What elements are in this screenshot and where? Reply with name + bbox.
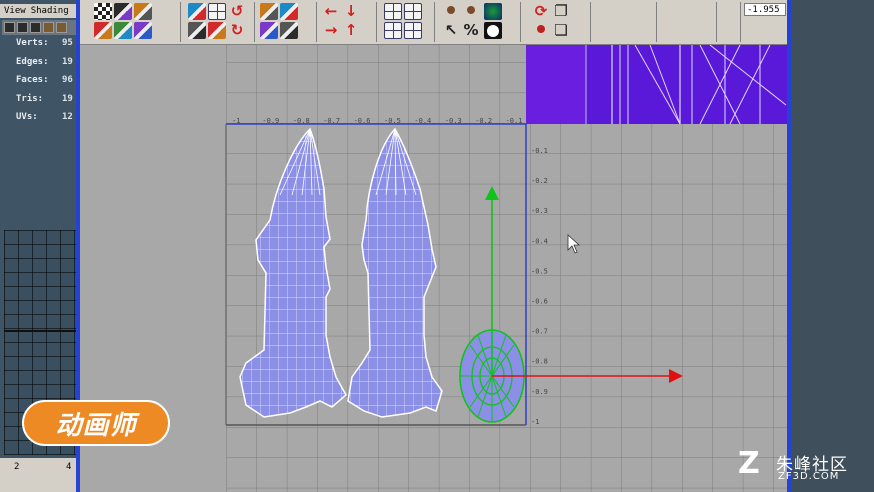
stat-uvs: UVs: 12: [16, 112, 73, 122]
ruler-label-v: -0.2: [531, 177, 548, 185]
arrow-up-icon[interactable]: ↑: [342, 22, 360, 39]
split-icon[interactable]: [188, 3, 206, 20]
sew-icon[interactable]: [114, 22, 132, 39]
cursor-icon[interactable]: ↖: [442, 22, 460, 39]
poly-count-hud: Verts: 95 Edges: 19 Faces: 96 Tris: 19 UVs: 1…: [16, 38, 73, 131]
ruler-label-v: -0.8: [531, 358, 548, 366]
arrow-down-icon[interactable]: ↓: [342, 3, 360, 20]
user-icon[interactable]: [442, 3, 460, 20]
move-uv-icon[interactable]: [94, 22, 112, 39]
sculpt-tool-icon[interactable]: [56, 22, 67, 33]
user-alt-icon[interactable]: [462, 3, 480, 20]
toolbar-separator: [590, 2, 591, 42]
user-red-icon[interactable]: [532, 22, 550, 39]
right-side-panel: [791, 0, 874, 492]
stat-edges: Edges: 19: [16, 56, 73, 67]
ruler-label-u: -0.1: [506, 117, 523, 125]
unfold-icon[interactable]: [188, 22, 206, 39]
select-tool-icon[interactable]: [4, 22, 15, 33]
snapshot-icon[interactable]: [280, 3, 298, 20]
ruler-label-v: -0.6: [531, 298, 548, 306]
ruler-label-u: -0.6: [354, 117, 371, 125]
cube-icon[interactable]: [114, 3, 132, 20]
toolbar-separator: [434, 2, 435, 42]
toolbar-separator: [254, 2, 255, 42]
frame-selected-icon[interactable]: [384, 22, 402, 39]
ruler-label-u: -0.3: [445, 117, 462, 125]
ruler-label-v: -0.9: [531, 388, 548, 396]
toolbar-separator: [180, 2, 181, 42]
ruler-label-u: -0.9: [262, 117, 279, 125]
time-slider[interactable]: 2 4: [0, 458, 78, 492]
checker-icon[interactable]: [94, 3, 112, 20]
white-circle-icon[interactable]: [484, 22, 502, 39]
brush-tool-icon[interactable]: [43, 22, 54, 33]
site-logo-english: ZF3D.COM: [778, 471, 840, 482]
toolbar-separator: [716, 2, 717, 42]
toolbar-separator: [740, 2, 741, 42]
ruler-label-v: -0.7: [531, 328, 548, 336]
arrow-left-icon[interactable]: ←: [322, 3, 340, 20]
uv-coordinate-field[interactable]: -1.955: [744, 3, 786, 16]
flip-icon[interactable]: [208, 22, 226, 39]
frame-all-icon[interactable]: [384, 3, 402, 20]
layout-icon[interactable]: [134, 22, 152, 39]
timeline-tick-4: 4: [66, 462, 72, 472]
ruler-label-v: -0.4: [531, 237, 548, 245]
toolbar-separator: [316, 2, 317, 42]
site-logo-mark: Z: [738, 446, 760, 481]
stat-verts: Verts: 95: [16, 38, 73, 48]
rotate-cw-icon[interactable]: ↻: [228, 22, 246, 39]
ruler-label-u: -0.4: [414, 117, 431, 125]
toolbar-separator: [520, 2, 521, 42]
menu-view[interactable]: View: [4, 6, 26, 16]
copy-icon[interactable]: ❐: [552, 3, 570, 20]
ruler-label-u: -1: [232, 117, 240, 125]
stat-tris: Tris: 19: [16, 93, 73, 104]
pin-icon[interactable]: [280, 22, 298, 39]
timeline-tick-2: 2: [14, 462, 20, 472]
ruler-label-u: -0.7: [323, 117, 340, 125]
ruler-label-u: -0.8: [293, 117, 310, 125]
grid-icon[interactable]: [404, 3, 422, 20]
shaded-uv-icon[interactable]: [484, 3, 502, 20]
uv-editor-toolbar: ↺ ↻ ← → ↓ ↑ ↖% ⟳ ❐ ❏ -1.955: [80, 0, 787, 45]
ruler-label-u: -0.5: [384, 117, 401, 125]
paint-tool-icon[interactable]: [30, 22, 41, 33]
texture-image-preview: [526, 45, 787, 125]
site-logo: Z 朱峰社区 ZF3D.COM: [738, 446, 868, 488]
ruler-label-v: -0.1: [531, 147, 548, 155]
uv-texture-editor-canvas[interactable]: -1 -0.9 -0.8 -0.7 -0.6 -0.5 -0.4 -0.3 -0.2 -0.1 -…: [80, 45, 787, 492]
cut-icon[interactable]: [134, 3, 152, 20]
percent-icon[interactable]: %: [462, 22, 480, 39]
refresh-icon[interactable]: ⟳: [532, 3, 550, 20]
toolbar-separator: [656, 2, 657, 42]
pixel-snap-icon[interactable]: [404, 22, 422, 39]
menu-shading[interactable]: Shading: [31, 6, 69, 16]
rotate-ccw-icon[interactable]: ↺: [228, 3, 246, 20]
uv-canvas-svg[interactable]: -1 -0.9 -0.8 -0.7 -0.6 -0.5 -0.4 -0.3 -0.2 -0.1 -…: [80, 45, 787, 492]
paste-icon[interactable]: ❏: [552, 22, 570, 39]
arrow-right-icon[interactable]: →: [322, 22, 340, 39]
ruler-label-v: -0.3: [531, 207, 548, 215]
stat-faces: Faces: 96: [16, 75, 73, 85]
toolbar-separator: [376, 2, 377, 42]
watermark-badge: 动画师: [22, 400, 170, 446]
grid-snap-icon[interactable]: [208, 3, 226, 20]
sew-uv-icon[interactable]: [260, 22, 278, 39]
viewport-menu-bar: View Shading: [0, 4, 78, 18]
viewport-mini-toolbar: [2, 20, 78, 35]
lasso-tool-icon[interactable]: [17, 22, 28, 33]
cut-uv-icon[interactable]: [260, 3, 278, 20]
ruler-label-v: -1: [531, 418, 539, 426]
ruler-label-v: -0.5: [531, 267, 548, 275]
ruler-label-u: -0.2: [475, 117, 492, 125]
